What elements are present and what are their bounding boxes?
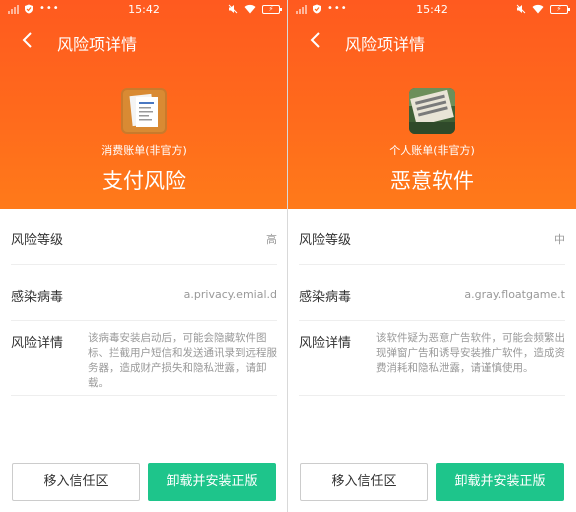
risk-detail-text: 该软件疑为恶意广告软件，可能会频繁出现弹窗广告和诱导安装推广软件，造成资费消耗和… [376,332,565,374]
back-arrow-icon[interactable] [306,30,326,50]
move-to-trust-button[interactable]: 移入信任区 [12,463,140,501]
virus-row: 感染病毒 a.gray.floatgame.t [288,265,576,321]
uninstall-reinstall-button[interactable]: 卸载并安装正版 [436,463,564,501]
battery-icon: ⚡ [262,4,282,14]
page-title: 风险项详情 [57,35,138,54]
app-name: 个人账单(非官方) [389,144,475,157]
risk-detail-row: 风险详情 该软件疑为恶意广告软件，可能会频繁出现弹窗广告和诱导安装推广软件，造成… [288,321,576,396]
row-divider [11,395,277,396]
risk-level-value: 高 [266,233,277,246]
risk-type-title: 恶意软件 [390,169,474,193]
uninstall-reinstall-button[interactable]: 卸载并安装正版 [148,463,276,501]
risk-detail-row: 风险详情 该病毒安装启动后，可能会隐藏软件图标、拦截用户短信和发送通讯录到远程服… [0,321,288,396]
risk-type-title: 支付风险 [102,169,186,193]
status-bar: ••• 15:42 ⚡ [0,0,288,20]
battery-icon: ⚡ [550,4,570,14]
move-to-trust-button[interactable]: 移入信任区 [300,463,428,501]
virus-value: a.gray.floatgame.t [464,288,565,301]
risk-level-label: 风险等级 [11,233,64,248]
risk-level-row: 风险等级 中 [288,209,576,265]
virus-value: a.privacy.emial.d [183,288,277,301]
receipt-app-icon [121,88,167,134]
risk-level-value: 中 [554,233,565,246]
mute-icon [516,4,526,14]
virus-row: 感染病毒 a.privacy.emial.d [0,265,288,321]
back-arrow-icon[interactable] [18,30,38,50]
wifi-icon [532,4,544,14]
app-name: 消费账单(非官方) [101,144,187,157]
risk-detail-screen-1: ••• 15:42 ⚡ 风险项详情 消费账单(非官方) 支付风险 风险等级 高 … [0,0,288,512]
risk-detail-screen-2: ••• 15:42 ⚡ 风险项详情 个人账单(非官方) 恶意软件 风险等级 中 … [288,0,576,512]
wifi-icon [244,4,256,14]
virus-label: 感染病毒 [11,290,64,305]
status-bar: ••• 15:42 ⚡ [288,0,576,20]
virus-label: 感染病毒 [299,290,352,305]
game-app-icon [409,88,455,134]
risk-level-row: 风险等级 高 [0,209,288,265]
risk-detail-label: 风险详情 [299,336,352,351]
screen-divider [287,0,288,512]
risk-detail-label: 风险详情 [11,336,64,351]
mute-icon [228,4,238,14]
risk-header: ••• 15:42 ⚡ 风险项详情 消费账单(非官方) 支付风险 [0,0,288,209]
risk-level-label: 风险等级 [299,233,352,248]
page-title: 风险项详情 [345,35,426,54]
risk-detail-text: 该病毒安装启动后，可能会隐藏软件图标、拦截用户短信和发送通讯录到远程服务器，造成… [88,332,277,389]
row-divider [299,395,565,396]
risk-header: ••• 15:42 ⚡ 风险项详情 个人账单(非官方) 恶意软件 [288,0,576,209]
